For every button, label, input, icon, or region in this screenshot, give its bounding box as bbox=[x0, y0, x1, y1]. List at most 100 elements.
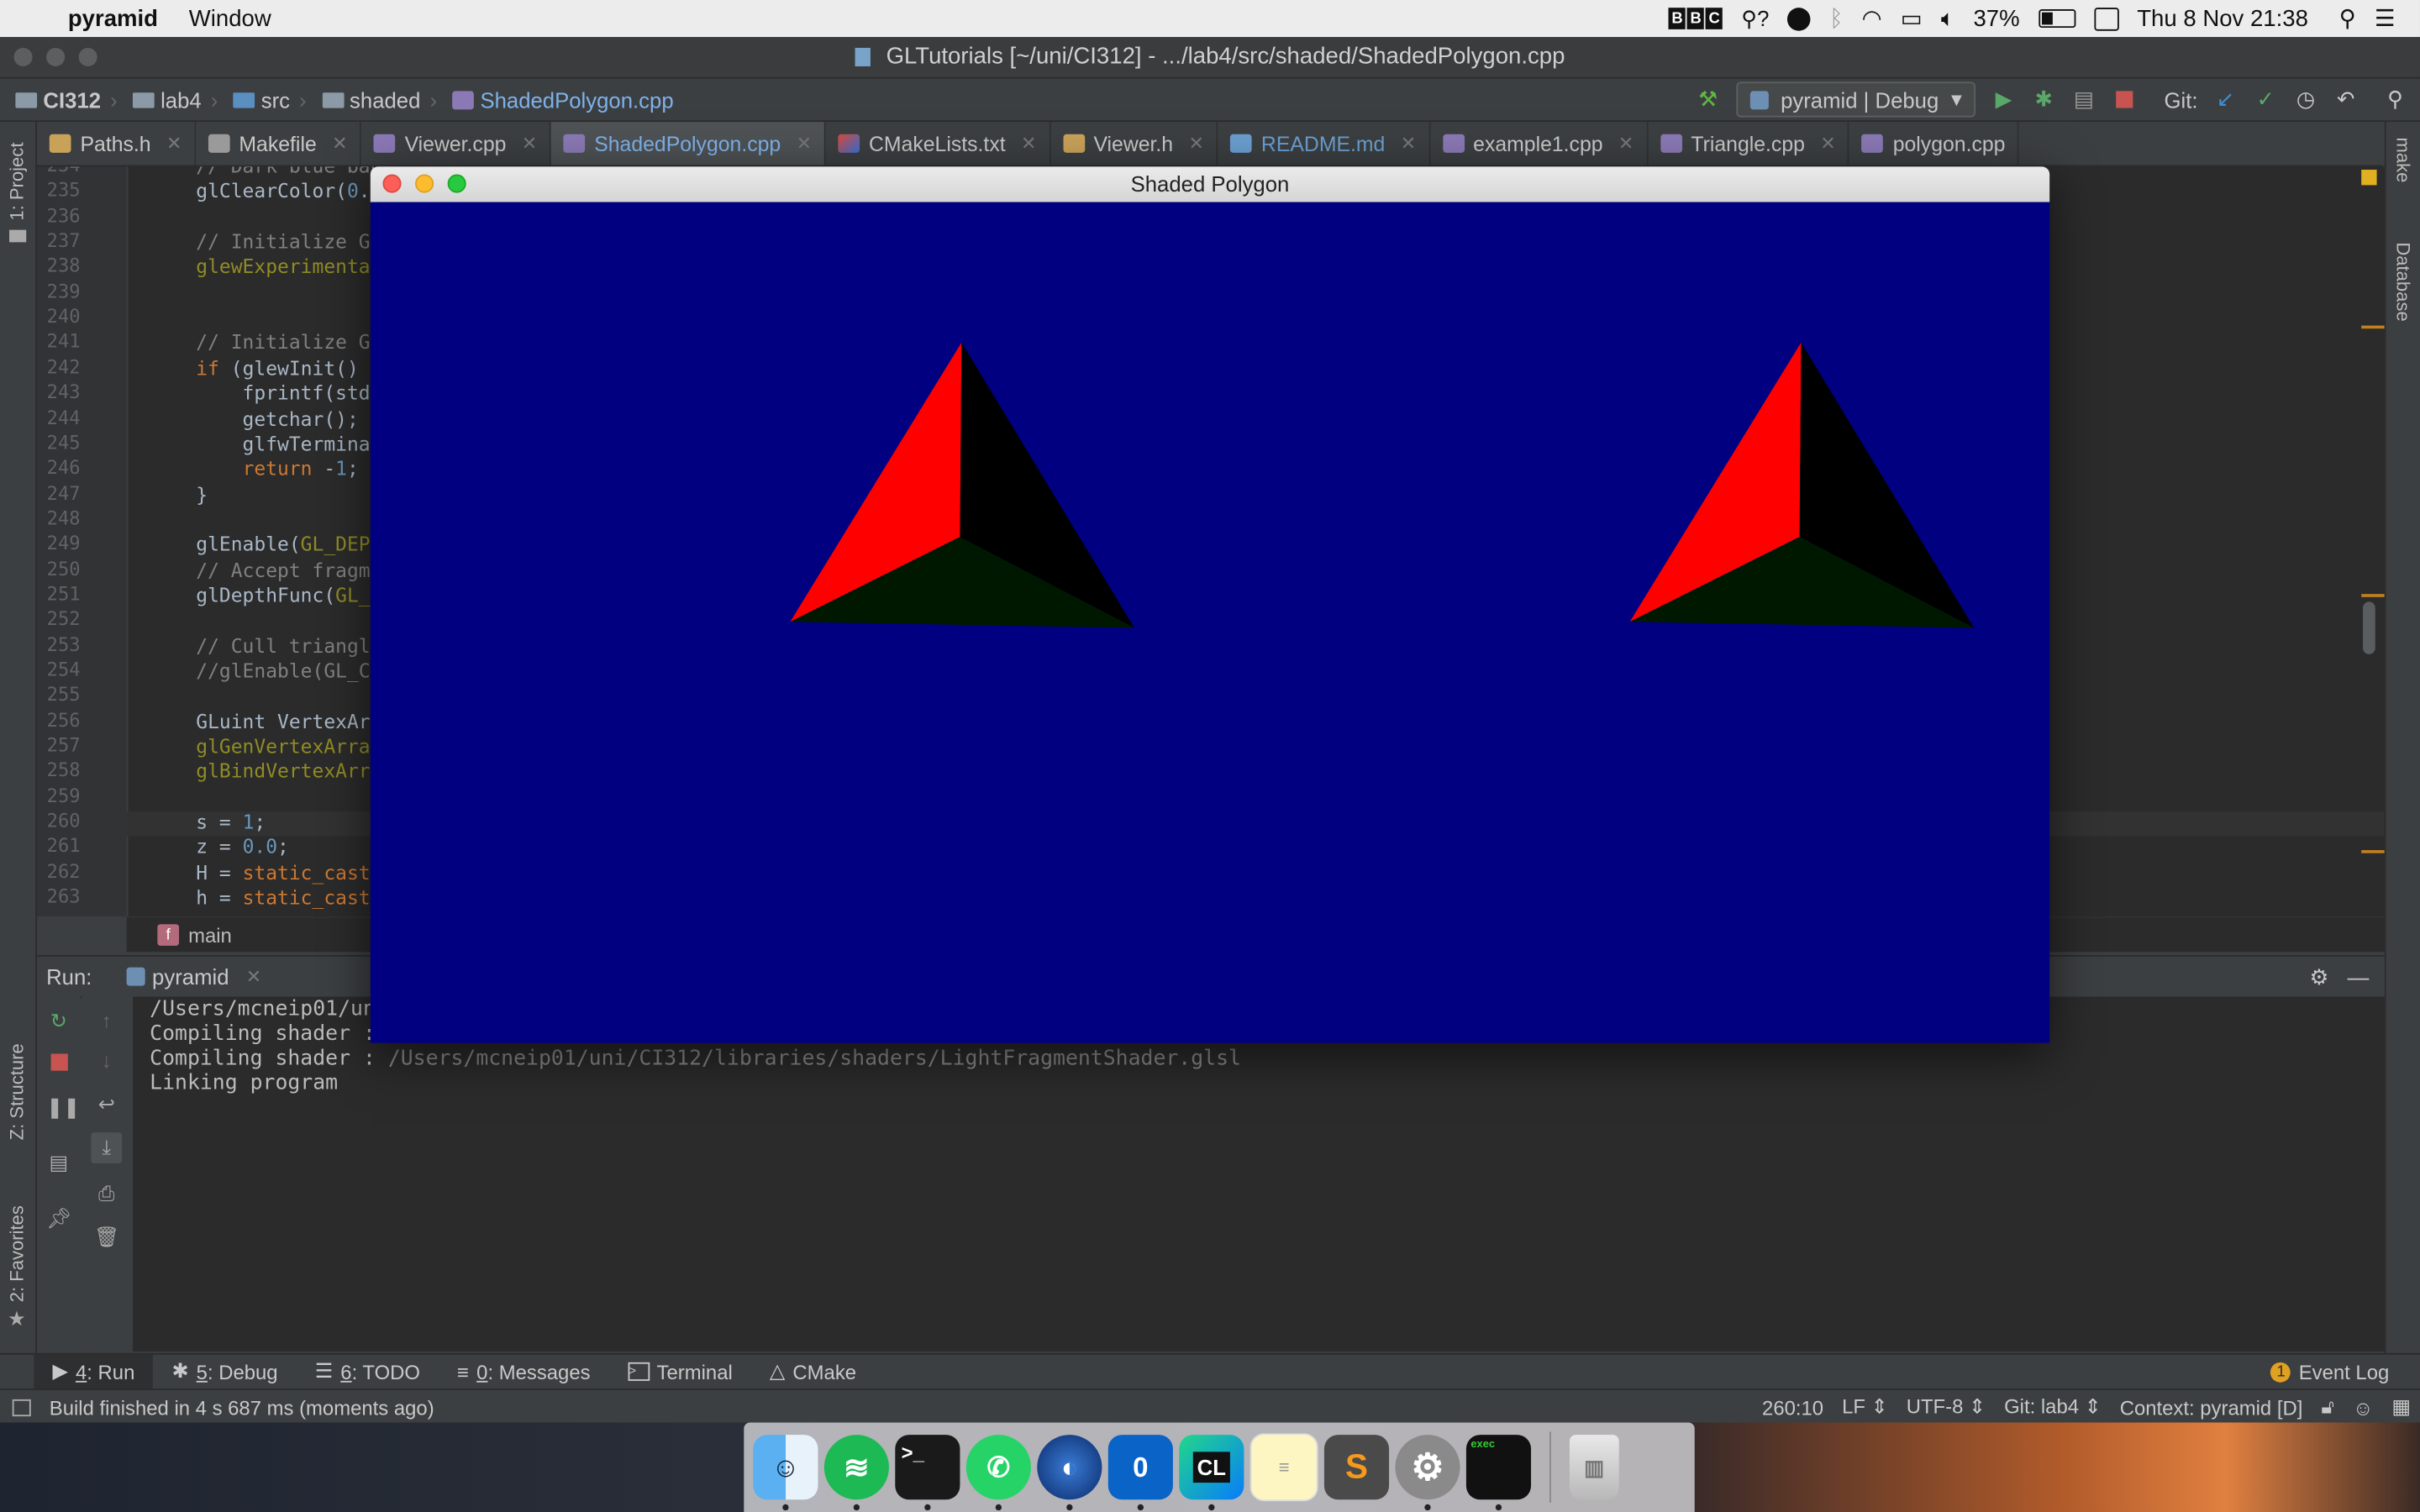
dock-trash[interactable]: ▥ bbox=[1569, 1435, 1619, 1500]
clock[interactable]: Thu 8 Nov 21:38 bbox=[2137, 5, 2308, 31]
build-hammer-icon[interactable]: ⚒ bbox=[1696, 87, 1720, 112]
tab-cmakelists[interactable]: CMakeLists.txt ✕ bbox=[826, 122, 1051, 165]
gl-window-title-bar[interactable]: Shaded Polygon bbox=[370, 166, 2050, 202]
event-log-button[interactable]: 1 Event Log bbox=[2253, 1355, 2408, 1389]
git-commit-icon[interactable]: ✓ bbox=[2254, 87, 2278, 112]
pin-icon[interactable]: 📌︎ bbox=[46, 1206, 71, 1231]
project-tool-button[interactable]: 1: Project bbox=[6, 143, 28, 221]
airplay-icon[interactable]: ▭ bbox=[1901, 5, 1923, 33]
dock-clion[interactable]: CL bbox=[1179, 1435, 1244, 1511]
make-tool-button[interactable]: make bbox=[2392, 137, 2414, 182]
run-tab[interactable]: pyramid ✕ bbox=[125, 964, 261, 989]
bluetooth-icon[interactable]: ᛒ bbox=[1829, 5, 1844, 31]
crumb-src[interactable]: src bbox=[233, 87, 290, 112]
close-window-button[interactable] bbox=[13, 47, 33, 66]
tab-polygon-cpp[interactable]: polygon.cpp bbox=[1849, 122, 2019, 165]
context-selector[interactable]: Context: pyramid [D] bbox=[2120, 1395, 2303, 1419]
scrollbar-thumb[interactable] bbox=[2363, 601, 2375, 654]
settings-gear-icon[interactable]: ⚙ bbox=[2310, 963, 2329, 990]
shaded-polygon-window[interactable]: Shaded Polygon bbox=[370, 166, 2050, 1043]
zoom-window-button[interactable] bbox=[447, 174, 466, 193]
calendar-icon[interactable] bbox=[2093, 7, 2119, 30]
print-icon[interactable]: ⎙ bbox=[94, 1182, 118, 1206]
tab-triangle-cpp[interactable]: Triangle.cpp ✕ bbox=[1648, 122, 1850, 165]
inspector-icon[interactable]: ☺ bbox=[2353, 1395, 2373, 1419]
structure-tool-button[interactable]: Z: Structure bbox=[6, 1043, 28, 1140]
status-toggle-icon[interactable] bbox=[12, 1398, 31, 1416]
tab-readme[interactable]: README.md ✕ bbox=[1218, 122, 1430, 165]
crumb-lab4[interactable]: lab4 bbox=[133, 87, 202, 112]
tab-example1-cpp[interactable]: example1.cpp ✕ bbox=[1430, 122, 1648, 165]
close-icon[interactable]: ✕ bbox=[1618, 133, 1634, 155]
tool-debug[interactable]: ✱ 5: Debug bbox=[153, 1355, 296, 1389]
soft-wrap-icon[interactable]: ↩ bbox=[94, 1092, 118, 1116]
tool-messages[interactable]: ≡ 0: Messages bbox=[439, 1355, 609, 1389]
close-icon[interactable]: ✕ bbox=[166, 133, 182, 155]
search-icon[interactable]: ⚲ bbox=[2383, 87, 2407, 112]
tab-paths-h[interactable]: Paths.h ✕ bbox=[37, 122, 196, 165]
gl-canvas[interactable] bbox=[370, 202, 2050, 1043]
tab-viewer-h[interactable]: Viewer.h ✕ bbox=[1050, 122, 1218, 165]
favorites-tool-button[interactable]: 2: Favorites bbox=[6, 1205, 28, 1302]
tool-run[interactable]: ▶ 4: Run bbox=[34, 1354, 154, 1389]
line-separator[interactable]: LF ⇕ bbox=[1842, 1394, 1888, 1419]
key-question-icon[interactable]: ⚲? bbox=[1741, 5, 1769, 31]
dock-whatsapp[interactable]: ✆ bbox=[965, 1435, 1031, 1511]
arrow-up-icon[interactable]: ↑ bbox=[94, 1009, 118, 1033]
run-icon[interactable]: ▶ bbox=[1991, 87, 2016, 112]
dock-exec[interactable]: exec bbox=[1465, 1435, 1532, 1511]
hide-panel-icon[interactable]: — bbox=[2348, 964, 2370, 989]
notification-center-icon[interactable]: ☰ bbox=[2375, 5, 2396, 33]
close-icon[interactable]: ✕ bbox=[1820, 133, 1835, 155]
history-icon[interactable]: ◷ bbox=[2293, 87, 2317, 112]
database-tool-button[interactable]: Database bbox=[2392, 242, 2414, 321]
menu-window[interactable]: Window bbox=[189, 5, 271, 31]
zoom-window-button[interactable] bbox=[78, 47, 97, 66]
close-icon[interactable]: ✕ bbox=[1188, 133, 1203, 155]
warning-marker[interactable] bbox=[2361, 170, 2377, 186]
spotify-menu-icon[interactable] bbox=[1787, 7, 1812, 30]
memory-indicator-icon[interactable]: ▦ bbox=[2391, 1394, 2411, 1419]
git-update-icon[interactable]: ↙ bbox=[2213, 87, 2238, 112]
dock-sublime[interactable]: S bbox=[1323, 1435, 1390, 1500]
tab-makefile[interactable]: Makefile ✕ bbox=[196, 122, 362, 165]
scroll-to-end-icon[interactable]: ⤓ bbox=[91, 1132, 123, 1163]
battery-percent[interactable]: 37% bbox=[1973, 5, 2019, 31]
minimize-window-button[interactable] bbox=[46, 47, 66, 66]
tab-shadedpolygon-cpp[interactable]: ShadedPolygon.cpp ✕ bbox=[550, 122, 826, 165]
crumb-file[interactable]: ShadedPolygon.cpp bbox=[452, 87, 674, 112]
tool-todo[interactable]: ☰ 6: TODO bbox=[297, 1355, 439, 1389]
console-path-link[interactable]: /Users/mcneip01/uni/CI312/libraries/shad… bbox=[388, 1046, 1241, 1070]
menu-app-name[interactable]: pyramid bbox=[68, 5, 158, 31]
run-console[interactable]: /Users/mcneip01/uni Compiling shader : C… bbox=[134, 996, 2385, 1352]
git-branch[interactable]: Git: lab4 ⇕ bbox=[2004, 1394, 2102, 1419]
bbc-icon[interactable]: B B C bbox=[1668, 8, 1723, 29]
dock-notes[interactable]: ≡ bbox=[1249, 1433, 1318, 1502]
layout-icon[interactable]: ▤ bbox=[46, 1151, 71, 1175]
close-icon[interactable]: ✕ bbox=[246, 966, 261, 988]
rerun-icon[interactable]: ↻ bbox=[46, 1009, 71, 1033]
file-encoding[interactable]: UTF-8 ⇕ bbox=[1907, 1394, 1986, 1419]
close-icon[interactable]: ✕ bbox=[797, 133, 812, 155]
wifi-icon[interactable]: ◠ bbox=[1862, 5, 1882, 33]
dock-outlook[interactable]: 0 bbox=[1107, 1435, 1173, 1511]
coverage-icon[interactable]: ▤ bbox=[2071, 87, 2096, 112]
close-icon[interactable]: ✕ bbox=[1401, 133, 1416, 155]
dock-terminal[interactable]: >_ bbox=[895, 1435, 960, 1511]
trash-icon[interactable]: 🗑︎ bbox=[94, 1225, 119, 1249]
close-icon[interactable]: ✕ bbox=[1021, 133, 1036, 155]
crumb-project[interactable]: CI312 bbox=[15, 87, 101, 112]
debug-icon[interactable]: ✱ bbox=[2032, 87, 2056, 112]
tab-viewer-cpp[interactable]: Viewer.cpp ✕ bbox=[361, 122, 551, 165]
close-window-button[interactable] bbox=[382, 174, 402, 193]
spotlight-search-icon[interactable]: ⚲ bbox=[2339, 5, 2356, 33]
crumb-shaded[interactable]: shaded bbox=[321, 87, 420, 112]
dock-firefox[interactable]: ◐ bbox=[1037, 1435, 1102, 1511]
arrow-down-icon[interactable]: ↓ bbox=[94, 1049, 118, 1074]
dock-system-preferences[interactable]: ⚙ bbox=[1395, 1435, 1460, 1511]
status-message[interactable]: Build finished in 4 s 687 ms (moments ag… bbox=[50, 1395, 434, 1419]
tool-cmake[interactable]: △ CMake bbox=[751, 1355, 875, 1389]
close-icon[interactable]: ✕ bbox=[522, 133, 537, 155]
lock-icon[interactable]: 🔓︎ bbox=[2321, 1394, 2333, 1419]
tool-terminal[interactable]: > Terminal bbox=[609, 1355, 751, 1389]
